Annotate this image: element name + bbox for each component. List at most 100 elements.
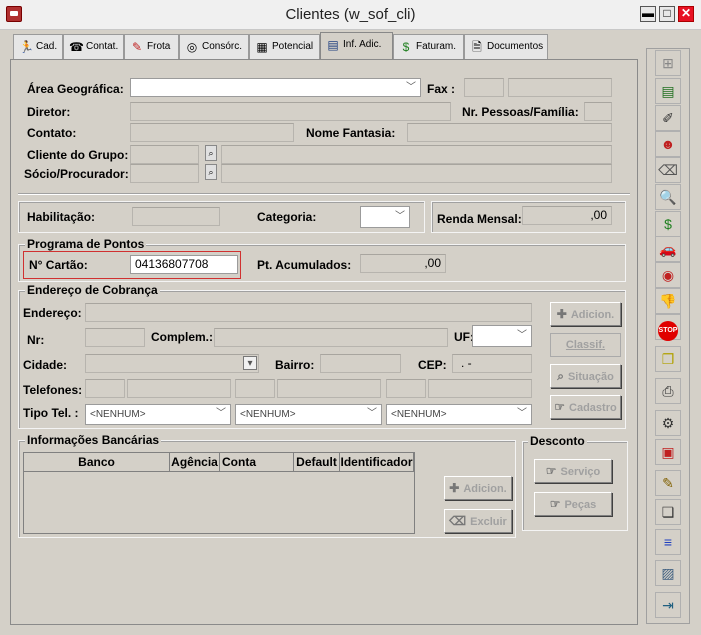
tab-consorc[interactable]: ◎ Consórc. — [179, 34, 249, 59]
telefone1-field[interactable] — [127, 379, 231, 398]
notes-icon[interactable]: ▣ — [655, 439, 681, 465]
socio-name-field[interactable] — [221, 164, 612, 183]
cep-label: CEP: — [418, 358, 447, 372]
minimize-button[interactable]: ▬ — [640, 6, 656, 22]
area-geografica-select[interactable]: ﹀ — [130, 78, 421, 97]
column-header[interactable]: Agência — [170, 453, 220, 472]
close-button[interactable]: ✕ — [678, 6, 694, 22]
plus-icon: ✚ — [556, 307, 567, 321]
align-icon[interactable]: ≡ — [655, 529, 681, 555]
bairro-label: Bairro: — [275, 358, 315, 372]
cidade-select[interactable]: ▾ — [85, 354, 259, 373]
eraser-icon[interactable]: ⌫ — [655, 157, 681, 183]
nome-fantasia-field[interactable] — [407, 123, 612, 142]
cobranca-title: Endereço de Cobrança — [25, 283, 160, 297]
copy-document-icon[interactable]: ◉ — [655, 262, 681, 288]
tab-documentos[interactable]: 🗎 Documentos — [464, 34, 548, 59]
windows-icon[interactable]: ❐ — [655, 346, 681, 372]
column-header[interactable]: Conta — [220, 453, 294, 472]
printer-icon[interactable]: ⎙ — [655, 378, 681, 404]
tab-contat[interactable]: ☎ Contat. — [63, 34, 124, 59]
chevron-down-icon: ▾ — [243, 356, 257, 370]
stop-icon[interactable]: STOP — [655, 314, 681, 341]
maximize-button[interactable]: □ — [659, 6, 675, 22]
column-header[interactable]: Identificador — [340, 453, 414, 472]
telefone3-field[interactable] — [428, 379, 532, 398]
exit-icon[interactable]: ⇥ — [655, 592, 681, 618]
image-edit-icon[interactable]: ▨ — [655, 560, 681, 586]
renda-mensal-label: Renda Mensal: — [437, 212, 522, 226]
cep-field[interactable]: . - — [452, 354, 532, 373]
tab-faturam[interactable]: $ Faturam. — [393, 34, 464, 59]
habilitacao-field[interactable] — [132, 207, 220, 226]
endereco-field[interactable] — [85, 303, 532, 322]
chevron-down-icon: ﹀ — [517, 408, 527, 419]
fax-ddd-field[interactable] — [464, 78, 504, 97]
tree-icon[interactable]: ⊞ — [655, 50, 681, 76]
brush-icon[interactable]: ✐ — [655, 105, 681, 131]
table-icon: ▤ — [327, 38, 339, 52]
print-preview-icon[interactable]: 🔍 — [655, 184, 681, 210]
copy-icon[interactable]: ❏ — [655, 499, 681, 525]
runner-icon: 🏃 — [19, 40, 34, 54]
column-header[interactable]: Banco — [24, 453, 170, 472]
acumulados-field[interactable]: ,00 — [360, 254, 446, 273]
edit-document-icon[interactable]: ✎ — [655, 470, 681, 496]
complem-field[interactable] — [214, 328, 448, 347]
money-bag-icon: $ — [402, 40, 410, 54]
separator — [18, 193, 630, 195]
tipo-tel2-select[interactable]: <NENHUM> ﹀ — [235, 404, 382, 425]
column-header[interactable]: Default — [294, 453, 340, 472]
telefone1-ddd-field[interactable] — [85, 379, 125, 398]
cartao-field[interactable]: 04136807708 — [130, 255, 238, 274]
contato-field[interactable] — [130, 123, 294, 142]
money-bag-icon[interactable]: $ — [655, 211, 681, 237]
chevron-down-icon: ﹀ — [517, 330, 527, 341]
telefone3-ddd-field[interactable] — [386, 379, 426, 398]
telefones-label: Telefones: — [23, 383, 83, 397]
socio-lookup-button[interactable]: ⌕ — [205, 164, 217, 180]
phone-icon: ☎ — [69, 40, 84, 54]
cliente-grupo-lookup-button[interactable]: ⌕ — [205, 145, 217, 161]
search-doc-icon: ⌕ — [557, 369, 564, 383]
plus-icon: ✚ — [449, 481, 460, 495]
diretor-field[interactable] — [130, 102, 451, 121]
nr-field[interactable] — [85, 328, 145, 347]
renda-mensal-field[interactable]: ,00 — [522, 206, 612, 225]
categoria-select[interactable]: ﹀ — [360, 206, 410, 228]
telefone2-ddd-field[interactable] — [235, 379, 275, 398]
tab-frota[interactable]: ✎ Frota — [124, 34, 179, 59]
gear-network-icon[interactable]: ⚙ — [655, 410, 681, 436]
situacao-button[interactable]: ⌕ Situação — [550, 364, 621, 388]
pecas-button[interactable]: ☞ Peças — [534, 492, 612, 516]
thumbs-down-icon[interactable]: 👎 — [655, 288, 681, 314]
tab-potencial[interactable]: ▦ Potencial — [249, 34, 320, 59]
cadastro-button[interactable]: ☞ Cadastro — [550, 395, 621, 419]
tipo-tel1-select[interactable]: <NENHUM> ﹀ — [85, 404, 231, 425]
cliente-grupo-name-field[interactable] — [221, 145, 612, 164]
servico-button[interactable]: ☞ Serviço — [534, 459, 612, 483]
bancarias-excluir-button[interactable]: ⌫ Excluir — [444, 509, 512, 533]
nr-pessoas-field[interactable] — [584, 102, 612, 121]
uf-select[interactable]: ﹀ — [472, 325, 532, 347]
list-edit-icon[interactable]: ▤ — [655, 78, 681, 104]
car-icon[interactable]: 🚗 — [655, 236, 681, 262]
desconto-title: Desconto — [528, 434, 587, 448]
chevron-down-icon: ﹀ — [395, 211, 405, 222]
user-icon[interactable]: ☻ — [655, 131, 681, 157]
bairro-field[interactable] — [320, 354, 401, 373]
socio-code-field[interactable] — [130, 164, 199, 183]
telefone2-field[interactable] — [277, 379, 381, 398]
classif-button[interactable]: Classif. — [550, 333, 621, 357]
cobranca-adicion-button[interactable]: ✚ Adicion. — [550, 302, 621, 326]
tab-cad[interactable]: 🏃 Cad. — [13, 34, 63, 59]
tab-inf-adic[interactable]: ▤ Inf. Adic. — [320, 32, 393, 59]
bancarias-adicion-button[interactable]: ✚ Adicion. — [444, 476, 512, 500]
document-icon: 🗎 — [472, 40, 482, 54]
tipo-tel3-select[interactable]: <NENHUM> ﹀ — [386, 404, 532, 425]
cidade-label: Cidade: — [23, 358, 68, 372]
socio-label: Sócio/Procurador: — [24, 167, 129, 181]
diretor-label: Diretor: — [27, 105, 71, 119]
fax-field[interactable] — [508, 78, 612, 97]
cliente-grupo-code-field[interactable] — [130, 145, 199, 164]
